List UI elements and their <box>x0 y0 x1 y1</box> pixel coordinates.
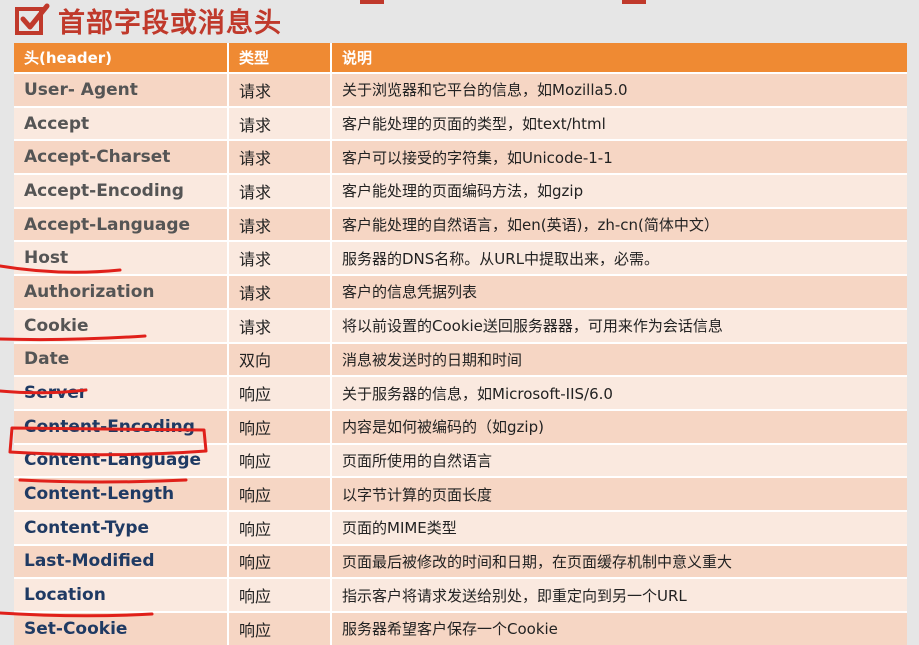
header-name-cell: User- Agent <box>14 72 229 107</box>
table-row: Cookie 请求 将以前设置的Cookie送回服务器器，可用来作为会话信息 <box>14 307 907 343</box>
header-desc-cell: 客户能处理的页面编码方法，如gzip <box>331 173 907 208</box>
header-name-cell: Date <box>14 341 229 377</box>
heading: 首部字段或消息头 <box>14 0 282 40</box>
table-row: Content-Length 响应 以字节计算的页面长度 <box>14 476 907 511</box>
header-name-cell: Cookie <box>14 307 229 343</box>
header-name-cell: Accept <box>14 105 229 141</box>
header-kind-cell: 请求 <box>228 274 332 309</box>
header-desc-cell: 客户能处理的自然语言，如en(英语)，zh-cn(简体中文） <box>331 206 907 242</box>
header-name-cell: Content-Length <box>14 476 229 511</box>
header-desc-cell: 页面最后被修改的时间和日期，在页面缓存机制中意义重大 <box>331 543 907 579</box>
header-kind-cell: 双向 <box>228 341 332 377</box>
header-kind-cell: 请求 <box>228 206 332 242</box>
header-kind-cell: 响应 <box>228 611 332 645</box>
header-kind-cell: 请求 <box>228 307 332 343</box>
header-name-cell: Content-Encoding <box>14 408 229 444</box>
header-kind-cell: 请求 <box>228 139 332 175</box>
column-header-kind: 类型 <box>228 43 332 73</box>
header-kind-cell: 响应 <box>228 476 332 511</box>
table-row: Server 响应 关于服务器的信息，如Microsoft-IIS/6.0 <box>14 375 907 410</box>
header-kind-cell: 请求 <box>228 240 332 276</box>
column-header-name: 头(header) <box>14 43 229 73</box>
header-kind-cell: 请求 <box>228 173 332 208</box>
table-header-row: 头(header) 类型 说明 <box>14 43 907 73</box>
header-desc-cell: 服务器希望客户保存一个Cookie <box>331 611 907 645</box>
header-kind-cell: 响应 <box>228 577 332 612</box>
header-kind-cell: 响应 <box>228 375 332 410</box>
header-name-cell: Host <box>14 240 229 276</box>
header-desc-cell: 以字节计算的页面长度 <box>331 476 907 511</box>
header-desc-cell: 客户的信息凭据列表 <box>331 274 907 309</box>
table-row: Location 响应 指示客户将请求发送给别处，即重定向到另一个URL <box>14 577 907 612</box>
header-name-cell: Accept-Charset <box>14 139 229 175</box>
table-row: Date 双向 消息被发送时的日期和时间 <box>14 341 907 377</box>
header-kind-cell: 响应 <box>228 543 332 579</box>
table-row: Accept-Charset 请求 客户可以接受的字符集，如Unicode-1-1 <box>14 139 907 175</box>
header-kind-cell: 响应 <box>228 509 332 545</box>
header-desc-cell: 服务器的DNS名称。从URL中提取出来，必需。 <box>331 240 907 276</box>
table-row: Content-Language 响应 页面所使用的自然语言 <box>14 442 907 478</box>
checkbox-check-icon <box>15 3 50 35</box>
header-fields-table: 头(header) 类型 说明 User- Agent 请求 关于浏览器和它平台的信… <box>14 43 907 645</box>
table-row: Content-Encoding 响应 内容是如何被编码的（如gzip) <box>14 408 907 444</box>
header-desc-cell: 消息被发送时的日期和时间 <box>331 341 907 377</box>
header-kind-cell: 响应 <box>228 408 332 444</box>
header-desc-cell: 客户可以接受的字符集，如Unicode-1-1 <box>331 139 907 175</box>
table-row: Authorization 请求 客户的信息凭据列表 <box>14 274 907 309</box>
table-row: User- Agent 请求 关于浏览器和它平台的信息，如Mozilla5.0 <box>14 72 907 107</box>
table-row: Content-Type 响应 页面的MIME类型 <box>14 509 907 545</box>
header-name-cell: Server <box>14 375 229 410</box>
header-kind-cell: 响应 <box>228 442 332 478</box>
column-header-desc: 说明 <box>331 43 907 73</box>
header-desc-cell: 客户能处理的页面的类型，如text/html <box>331 105 907 141</box>
header-desc-cell: 页面的MIME类型 <box>331 509 907 545</box>
header-desc-cell: 页面所使用的自然语言 <box>331 442 907 478</box>
table-row: Accept 请求 客户能处理的页面的类型，如text/html <box>14 105 907 141</box>
top-accent-right <box>622 0 646 4</box>
header-desc-cell: 指示客户将请求发送给别处，即重定向到另一个URL <box>331 577 907 612</box>
header-name-cell: Accept-Language <box>14 206 229 242</box>
header-name-cell: Last-Modified <box>14 543 229 579</box>
table-row: Last-Modified 响应 页面最后被修改的时间和日期，在页面缓存机制中意义重… <box>14 543 907 579</box>
table-row: Set-Cookie 响应 服务器希望客户保存一个Cookie <box>14 611 907 645</box>
header-kind-cell: 请求 <box>228 105 332 141</box>
table-row: Accept-Language 请求 客户能处理的自然语言，如en(英语)，zh-c… <box>14 206 907 242</box>
header-name-cell: Content-Language <box>14 442 229 478</box>
table-row: Host 请求 服务器的DNS名称。从URL中提取出来，必需。 <box>14 240 907 276</box>
header-name-cell: Accept-Encoding <box>14 173 229 208</box>
header-name-cell: Authorization <box>14 274 229 309</box>
header-name-cell: Content-Type <box>14 509 229 545</box>
table-row: Accept-Encoding 请求 客户能处理的页面编码方法，如gzip <box>14 173 907 208</box>
header-desc-cell: 内容是如何被编码的（如gzip) <box>331 408 907 444</box>
top-accent-left <box>360 0 384 4</box>
header-desc-cell: 将以前设置的Cookie送回服务器器，可用来作为会话信息 <box>331 307 907 343</box>
header-kind-cell: 请求 <box>228 72 332 107</box>
header-desc-cell: 关于服务器的信息，如Microsoft-IIS/6.0 <box>331 375 907 410</box>
header-name-cell: Set-Cookie <box>14 611 229 645</box>
header-desc-cell: 关于浏览器和它平台的信息，如Mozilla5.0 <box>331 72 907 107</box>
page-title: 首部字段或消息头 <box>58 7 282 39</box>
header-name-cell: Location <box>14 577 229 612</box>
